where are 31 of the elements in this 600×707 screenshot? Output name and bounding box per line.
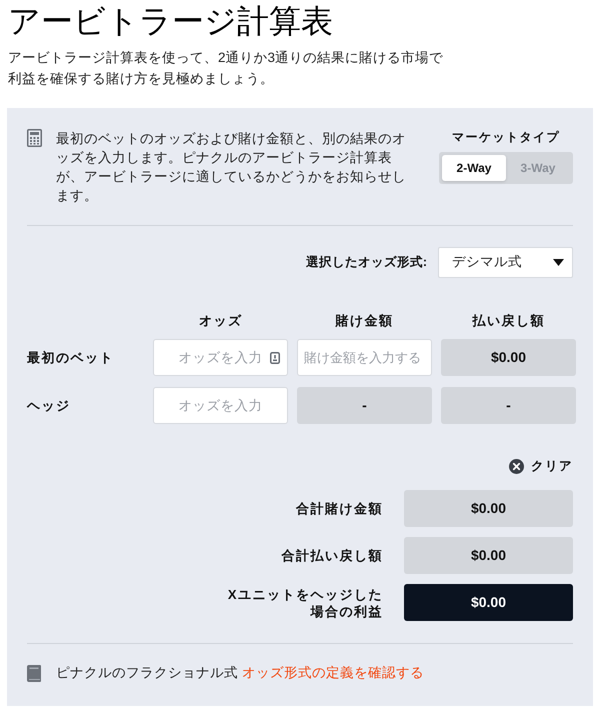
row-label: ヘッジ (27, 396, 70, 415)
total-readout: $0.00 (404, 490, 573, 527)
clear-button[interactable]: クリア (509, 458, 573, 474)
caret-down-icon (553, 259, 564, 266)
odds-input[interactable]: オッズを入力 (153, 387, 288, 424)
market-type-option[interactable]: 2-Way (442, 155, 506, 181)
payout-readout: $0.00 (441, 339, 576, 376)
odds-format-label: 選択したオッズ形式: (306, 254, 427, 272)
intro-text: アービトラージ計算表を使って、2通りか3通りの結果に賭ける市場で利益を確保する賭け方を見極めましょう。 (8, 49, 444, 88)
odds-input[interactable]: オッズを入力 (153, 339, 288, 376)
footer-text: ピナクルのフラクショナル式 (56, 664, 238, 682)
page-title: アービトラージ計算表 (8, 2, 333, 41)
column-header: オッズ (198, 313, 242, 329)
total-readout: $0.00 (404, 537, 573, 574)
column-header: 払い戻し額 (472, 313, 545, 329)
autofill-badge-icon[interactable] (270, 352, 280, 364)
payout-readout: - (441, 387, 576, 424)
column-header: 賭け金額 (336, 313, 394, 329)
book-icon (27, 664, 41, 682)
stake-readout: - (297, 387, 432, 424)
odds-format-select[interactable]: デシマル式 (438, 247, 573, 278)
total-label: 合計賭け金額 (296, 500, 383, 517)
instructions-text: 最初のベットのオッズおよび賭け金額と、別の結果のオッズを入力します。ピナクルのアービトラージ計算表が、アービトラージに適しているかどうかをお知らせします。 (56, 130, 407, 205)
calculator-icon (27, 129, 42, 147)
total-label: 合計払い戻し額 (282, 547, 383, 564)
close-circle-icon (509, 458, 524, 474)
stake-input[interactable]: 賭け金額を入力する (297, 339, 432, 376)
total-label: Xユニットをヘッジした場合の利益 (226, 586, 383, 620)
market-type-label: マーケットタイプ (452, 129, 560, 145)
row-label: 最初のベット (27, 348, 114, 367)
profit-readout: $0.00 (404, 584, 573, 621)
